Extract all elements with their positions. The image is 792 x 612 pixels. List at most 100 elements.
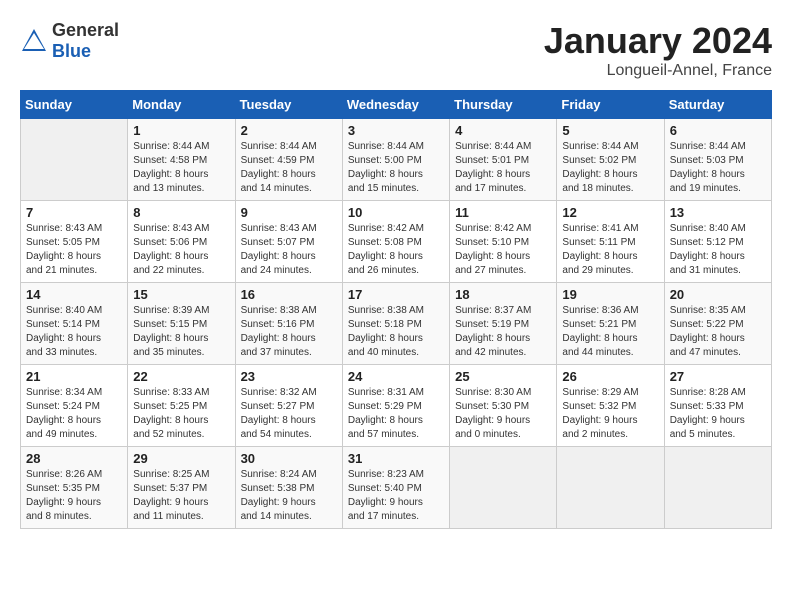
calendar-cell: 24 Sunrise: 8:31 AMSunset: 5:29 PMDayligh… xyxy=(342,365,449,447)
calendar-cell: 1 Sunrise: 8:44 AMSunset: 4:58 PMDaylight… xyxy=(128,119,235,201)
day-number: 15 xyxy=(133,287,229,302)
day-info: Sunrise: 8:30 AMSunset: 5:30 PMDaylight:… xyxy=(455,386,551,442)
day-number: 5 xyxy=(562,123,658,138)
calendar-week-row: 21Sunrise: 8:34 AMSunset: 5:24 PMDayligh… xyxy=(21,365,772,447)
day-number: 24 xyxy=(348,369,444,384)
title-area: January 2024 Longueil-Annel, France xyxy=(544,20,772,80)
day-number: 4 xyxy=(455,123,551,138)
day-info: Sunrise: 8:42 AMSunset: 5:08 PMDaylight:… xyxy=(348,222,444,278)
weekday-header: Thursday xyxy=(450,91,557,119)
calendar-cell: 16 Sunrise: 8:38 AMSunset: 5:16 PMDayligh… xyxy=(235,283,342,365)
day-info: Sunrise: 8:24 AMSunset: 5:38 PMDaylight:… xyxy=(241,468,337,524)
day-number: 20 xyxy=(670,287,766,302)
day-number: 26 xyxy=(562,369,658,384)
day-info: Sunrise: 8:39 AMSunset: 5:15 PMDaylight:… xyxy=(133,304,229,360)
day-number: 13 xyxy=(670,205,766,220)
day-number: 11 xyxy=(455,205,551,220)
calendar-table: SundayMondayTuesdayWednesdayThursdayFrid… xyxy=(20,90,772,529)
weekday-header: Wednesday xyxy=(342,91,449,119)
calendar-cell: 15 Sunrise: 8:39 AMSunset: 5:15 PMDayligh… xyxy=(128,283,235,365)
day-info: Sunrise: 8:42 AMSunset: 5:10 PMDaylight:… xyxy=(455,222,551,278)
calendar-cell xyxy=(450,447,557,529)
calendar-cell: 3 Sunrise: 8:44 AMSunset: 5:00 PMDaylight… xyxy=(342,119,449,201)
day-number: 27 xyxy=(670,369,766,384)
day-number: 16 xyxy=(241,287,337,302)
calendar-cell: 29 Sunrise: 8:25 AMSunset: 5:37 PMDayligh… xyxy=(128,447,235,529)
calendar-cell: 22Sunrise: 8:33 AMSunset: 5:25 PMDayligh… xyxy=(128,365,235,447)
weekday-header: Tuesday xyxy=(235,91,342,119)
calendar-body: 1 Sunrise: 8:44 AMSunset: 4:58 PMDaylight… xyxy=(21,119,772,529)
calendar-cell xyxy=(21,119,128,201)
weekday-header: Sunday xyxy=(21,91,128,119)
weekday-header: Friday xyxy=(557,91,664,119)
logo-icon xyxy=(20,27,48,55)
day-number: 23 xyxy=(241,369,337,384)
day-number: 3 xyxy=(348,123,444,138)
day-info: Sunrise: 8:29 AMSunset: 5:32 PMDaylight:… xyxy=(562,386,658,442)
day-number: 8 xyxy=(133,205,229,220)
day-info: Sunrise: 8:26 AMSunset: 5:35 PMDaylight:… xyxy=(26,468,122,524)
subtitle: Longueil-Annel, France xyxy=(544,62,772,80)
day-info: Sunrise: 8:41 AMSunset: 5:11 PMDaylight:… xyxy=(562,222,658,278)
day-info: Sunrise: 8:43 AMSunset: 5:06 PMDaylight:… xyxy=(133,222,229,278)
day-number: 29 xyxy=(133,451,229,466)
day-number: 31 xyxy=(348,451,444,466)
logo-text-general: General xyxy=(52,20,119,40)
day-number: 6 xyxy=(670,123,766,138)
calendar-cell: 13Sunrise: 8:40 AMSunset: 5:12 PMDayligh… xyxy=(664,201,771,283)
day-info: Sunrise: 8:38 AMSunset: 5:16 PMDaylight:… xyxy=(241,304,337,360)
day-info: Sunrise: 8:44 AMSunset: 4:59 PMDaylight:… xyxy=(241,140,337,196)
calendar-cell: 14 Sunrise: 8:40 AMSunset: 5:14 PMDayligh… xyxy=(21,283,128,365)
day-number: 10 xyxy=(348,205,444,220)
calendar-cell: 4 Sunrise: 8:44 AMSunset: 5:01 PMDaylight… xyxy=(450,119,557,201)
day-info: Sunrise: 8:37 AMSunset: 5:19 PMDaylight:… xyxy=(455,304,551,360)
weekday-header: Saturday xyxy=(664,91,771,119)
day-info: Sunrise: 8:28 AMSunset: 5:33 PMDaylight:… xyxy=(670,386,766,442)
calendar-cell xyxy=(557,447,664,529)
day-number: 1 xyxy=(133,123,229,138)
day-number: 30 xyxy=(241,451,337,466)
logo: General Blue xyxy=(20,20,119,62)
day-number: 2 xyxy=(241,123,337,138)
calendar-cell: 7 Sunrise: 8:43 AMSunset: 5:05 PMDaylight… xyxy=(21,201,128,283)
calendar-week-row: 1 Sunrise: 8:44 AMSunset: 4:58 PMDaylight… xyxy=(21,119,772,201)
day-number: 9 xyxy=(241,205,337,220)
day-info: Sunrise: 8:44 AMSunset: 4:58 PMDaylight:… xyxy=(133,140,229,196)
calendar-cell: 9 Sunrise: 8:43 AMSunset: 5:07 PMDaylight… xyxy=(235,201,342,283)
calendar-cell: 5Sunrise: 8:44 AMSunset: 5:02 PMDaylight… xyxy=(557,119,664,201)
calendar-cell: 31 Sunrise: 8:23 AMSunset: 5:40 PMDayligh… xyxy=(342,447,449,529)
calendar-cell: 25 Sunrise: 8:30 AMSunset: 5:30 PMDayligh… xyxy=(450,365,557,447)
calendar-cell: 17Sunrise: 8:38 AMSunset: 5:18 PMDayligh… xyxy=(342,283,449,365)
day-info: Sunrise: 8:40 AMSunset: 5:14 PMDaylight:… xyxy=(26,304,122,360)
day-info: Sunrise: 8:25 AMSunset: 5:37 PMDaylight:… xyxy=(133,468,229,524)
weekday-header: Monday xyxy=(128,91,235,119)
day-info: Sunrise: 8:31 AMSunset: 5:29 PMDaylight:… xyxy=(348,386,444,442)
day-number: 25 xyxy=(455,369,551,384)
day-info: Sunrise: 8:35 AMSunset: 5:22 PMDaylight:… xyxy=(670,304,766,360)
calendar-cell: 11 Sunrise: 8:42 AMSunset: 5:10 PMDayligh… xyxy=(450,201,557,283)
calendar-cell: 6 Sunrise: 8:44 AMSunset: 5:03 PMDaylight… xyxy=(664,119,771,201)
calendar-cell: 2 Sunrise: 8:44 AMSunset: 4:59 PMDaylight… xyxy=(235,119,342,201)
calendar-cell: 28 Sunrise: 8:26 AMSunset: 5:35 PMDayligh… xyxy=(21,447,128,529)
day-info: Sunrise: 8:44 AMSunset: 5:01 PMDaylight:… xyxy=(455,140,551,196)
day-info: Sunrise: 8:44 AMSunset: 5:03 PMDaylight:… xyxy=(670,140,766,196)
day-number: 7 xyxy=(26,205,122,220)
calendar-week-row: 7 Sunrise: 8:43 AMSunset: 5:05 PMDaylight… xyxy=(21,201,772,283)
calendar-cell: 12Sunrise: 8:41 AMSunset: 5:11 PMDayligh… xyxy=(557,201,664,283)
day-info: Sunrise: 8:32 AMSunset: 5:27 PMDaylight:… xyxy=(241,386,337,442)
day-number: 19 xyxy=(562,287,658,302)
day-info: Sunrise: 8:44 AMSunset: 5:00 PMDaylight:… xyxy=(348,140,444,196)
day-number: 28 xyxy=(26,451,122,466)
day-info: Sunrise: 8:34 AMSunset: 5:24 PMDaylight:… xyxy=(26,386,122,442)
calendar-cell: 21Sunrise: 8:34 AMSunset: 5:24 PMDayligh… xyxy=(21,365,128,447)
main-title: January 2024 xyxy=(544,20,772,62)
day-number: 14 xyxy=(26,287,122,302)
day-info: Sunrise: 8:43 AMSunset: 5:07 PMDaylight:… xyxy=(241,222,337,278)
calendar-cell: 26 Sunrise: 8:29 AMSunset: 5:32 PMDayligh… xyxy=(557,365,664,447)
day-number: 22 xyxy=(133,369,229,384)
day-info: Sunrise: 8:23 AMSunset: 5:40 PMDaylight:… xyxy=(348,468,444,524)
calendar-cell: 8 Sunrise: 8:43 AMSunset: 5:06 PMDaylight… xyxy=(128,201,235,283)
calendar-cell: 27 Sunrise: 8:28 AMSunset: 5:33 PMDayligh… xyxy=(664,365,771,447)
day-info: Sunrise: 8:43 AMSunset: 5:05 PMDaylight:… xyxy=(26,222,122,278)
weekday-row: SundayMondayTuesdayWednesdayThursdayFrid… xyxy=(21,91,772,119)
